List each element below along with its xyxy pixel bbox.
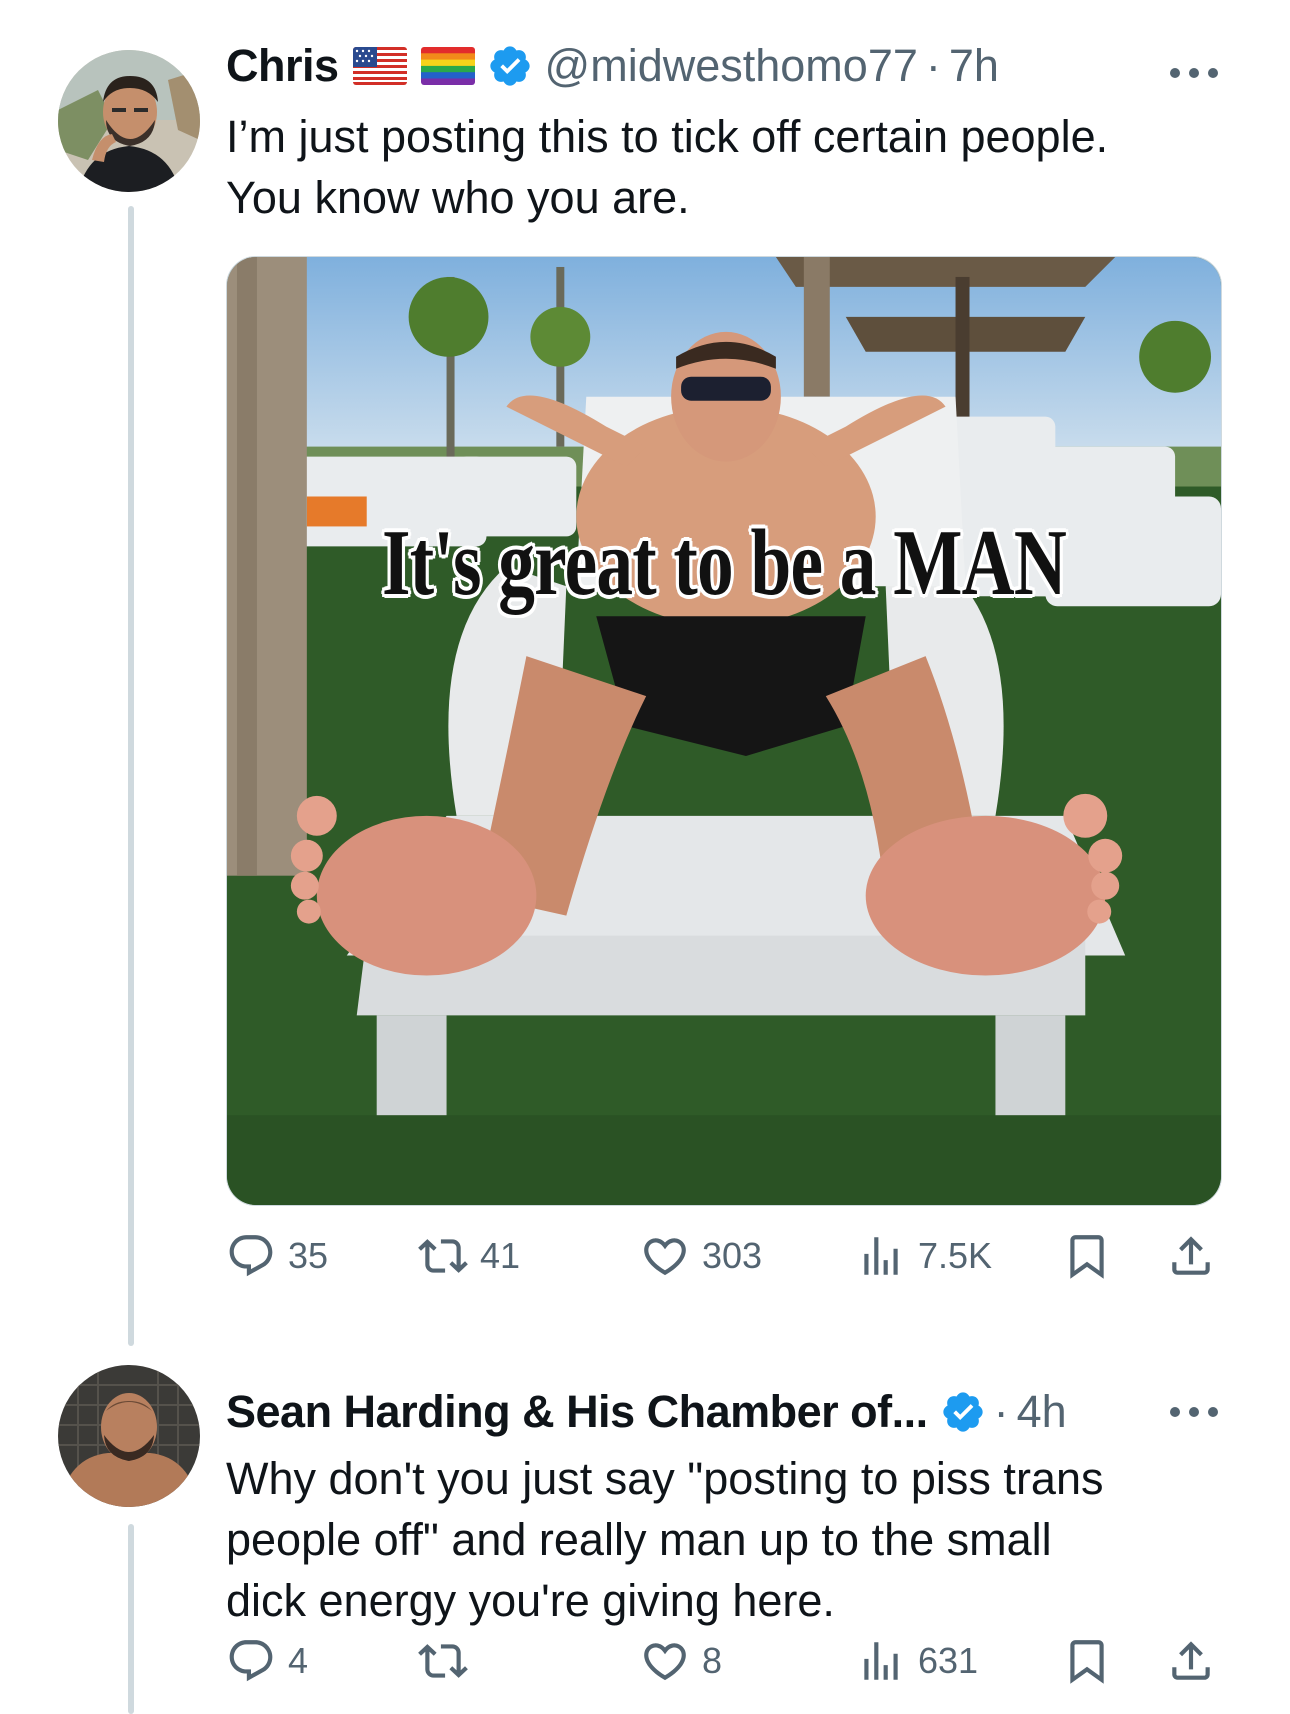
views-icon <box>864 1642 898 1680</box>
views-button[interactable]: 631 <box>856 1631 978 1691</box>
timestamp[interactable]: 7h <box>949 39 999 93</box>
share-button[interactable] <box>1166 1226 1216 1286</box>
rainbow-flag-icon <box>420 47 475 85</box>
heart-icon <box>644 1238 686 1276</box>
share-button[interactable] <box>1166 1631 1216 1691</box>
bookmark-icon <box>1070 1640 1104 1684</box>
repost-icon <box>418 1644 468 1678</box>
bookmark-icon <box>1070 1235 1104 1279</box>
reply-button[interactable]: 4 <box>226 1631 308 1691</box>
timestamp[interactable]: 4h <box>1017 1385 1067 1439</box>
views-count: 631 <box>918 1640 979 1681</box>
tweet-text: Why don't you just say "posting to piss … <box>226 1448 1226 1631</box>
like-button[interactable]: 8 <box>640 1631 722 1691</box>
reply-icon <box>229 1640 273 1682</box>
avatar[interactable] <box>58 1365 200 1507</box>
bookmark-button[interactable] <box>1062 1631 1112 1691</box>
views-count: 7.5K <box>918 1235 993 1276</box>
like-button[interactable]: 303 <box>640 1226 762 1286</box>
action-bar: 4 8 631 <box>226 1631 1222 1691</box>
us-flag-icon <box>352 47 407 85</box>
reply-button[interactable]: 35 <box>226 1226 328 1286</box>
separator-dot: · <box>993 1386 1009 1437</box>
like-count: 303 <box>702 1235 763 1276</box>
verified-badge-icon[interactable] <box>487 43 533 89</box>
tweet-text-line: dick energy you're giving here. <box>226 1575 835 1626</box>
repost-icon <box>418 1239 468 1273</box>
tweet-header: Sean Harding & His Chamber of... · 4h <box>226 1385 1067 1439</box>
display-name[interactable]: Chris <box>226 39 339 93</box>
image-caption: It's great to be a MAN <box>381 511 1067 615</box>
repost-button[interactable] <box>418 1631 480 1691</box>
tweet-text-line: Why don't you just say "posting to piss … <box>226 1453 1104 1504</box>
heart-icon <box>644 1643 686 1681</box>
repost-count: 41 <box>480 1235 521 1276</box>
separator-dot: · <box>925 40 941 91</box>
reply-count: 35 <box>288 1235 329 1276</box>
tweet-2[interactable]: Sean Harding & His Chamber of... · 4h Wh… <box>0 1360 1290 1714</box>
views-icon <box>864 1237 898 1275</box>
action-bar: 35 41 303 7.5K <box>226 1226 1222 1286</box>
verified-badge-icon[interactable] <box>940 1389 986 1435</box>
bookmark-button[interactable] <box>1062 1226 1112 1286</box>
tweet-media-image[interactable]: It's great to be a MAN <box>226 256 1222 1206</box>
tweet-text-line: I’m just posting this to tick off certai… <box>226 111 1109 162</box>
like-count: 8 <box>702 1640 723 1681</box>
avatar[interactable] <box>58 50 200 192</box>
more-options-icon[interactable] <box>1170 63 1218 83</box>
views-button[interactable]: 7.5K <box>856 1226 992 1286</box>
display-name[interactable]: Sean Harding & His Chamber of... <box>226 1385 928 1439</box>
share-icon <box>1172 1236 1210 1275</box>
more-options-icon[interactable] <box>1170 1402 1218 1422</box>
reply-count: 4 <box>288 1640 309 1681</box>
repost-button[interactable]: 41 <box>418 1226 520 1286</box>
share-icon <box>1172 1641 1210 1680</box>
tweet-text-line: people off" and really man up to the sma… <box>226 1514 1052 1565</box>
reply-icon <box>229 1235 273 1277</box>
tweet-1[interactable]: Chris @midwesthomo77 · 7h I’m just posti… <box>0 0 1290 1360</box>
tweet-text-line: You know who you are. <box>226 172 690 223</box>
user-handle[interactable]: @midwesthomo77 <box>545 39 918 93</box>
tweet-header: Chris @midwesthomo77 · 7h <box>226 39 999 93</box>
tweet-text: I’m just posting this to tick off certai… <box>226 106 1226 228</box>
